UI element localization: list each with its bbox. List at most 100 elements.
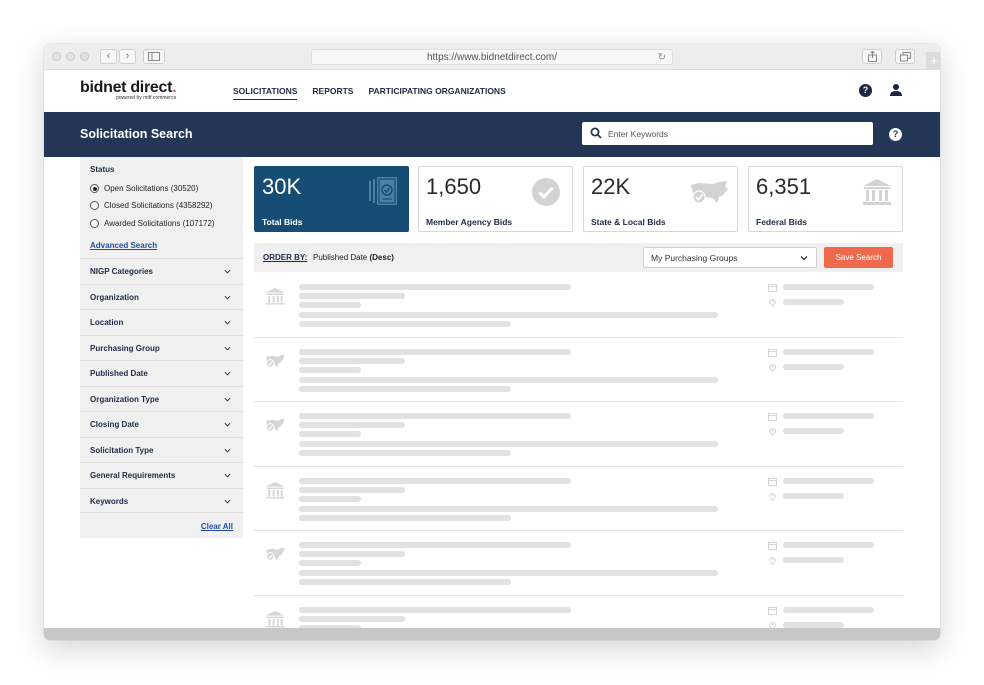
status-option-open[interactable]: Open Solicitations (30520)	[90, 184, 198, 193]
result-row[interactable]	[254, 402, 903, 467]
nav-participating-organizations[interactable]: PARTICIPATING ORGANIZATIONS	[368, 86, 505, 100]
location-pin-icon	[768, 299, 777, 307]
filter-label: Keywords	[90, 496, 129, 506]
forward-button[interactable]: ›	[119, 49, 136, 64]
calendar-icon	[768, 348, 777, 357]
stat-card-member-agency-bids[interactable]: 1,650 Member Agency Bids	[418, 166, 573, 232]
placeholder-line	[299, 413, 571, 419]
window-bottom-bar	[44, 628, 940, 640]
search-icon[interactable]	[590, 127, 602, 139]
filter-published-date[interactable]: Published Date	[80, 360, 243, 386]
filter-organization-type[interactable]: Organization Type	[80, 385, 243, 412]
filter-label: Closing Date	[90, 420, 139, 429]
chevron-down-icon	[224, 295, 231, 300]
order-by-link[interactable]: ORDER BY:	[263, 253, 307, 262]
status-option-closed[interactable]: Closed Solicitations (4358292)	[90, 201, 213, 210]
government-building-icon	[265, 287, 285, 305]
placeholder-line	[299, 477, 571, 484]
advanced-search-link[interactable]: Advanced Search	[90, 241, 157, 250]
placeholder-line	[299, 284, 571, 290]
location-pin-icon	[768, 363, 777, 372]
placeholder-line	[299, 376, 718, 383]
result-row[interactable]	[254, 595, 903, 640]
placeholder-line	[299, 542, 571, 548]
brand-logo[interactable]: bidnet direct. powered by mdf commerce	[80, 79, 177, 101]
share-button[interactable]	[862, 49, 882, 64]
placeholder-line	[299, 385, 511, 392]
search-header: Solicitation Search ?	[44, 112, 940, 157]
radio-unselected[interactable]	[90, 219, 99, 228]
placeholder-line	[299, 302, 361, 308]
filter-label: Purchasing Group	[90, 343, 160, 353]
location-pin-icon	[768, 492, 777, 501]
keyword-search[interactable]	[582, 122, 873, 145]
placeholder-line	[783, 348, 874, 355]
nav-reports[interactable]: REPORTS	[312, 86, 353, 100]
radio-selected[interactable]	[90, 184, 99, 193]
placeholder-line	[783, 284, 874, 290]
filter-label: Published Date	[90, 369, 148, 378]
search-help-icon[interactable]: ?	[889, 128, 902, 141]
placeholder-line	[299, 505, 718, 512]
tabs-button[interactable]	[895, 49, 915, 64]
stat-card-total-bids[interactable]: 30K Total Bids	[254, 166, 409, 232]
filter-label: Solicitation Type	[90, 445, 154, 455]
filter-solicitation-type[interactable]: Solicitation Type	[80, 436, 243, 463]
filter-closing-date[interactable]: Closing Date	[80, 411, 243, 437]
purchasing-groups-select[interactable]: My Purchasing Groups	[643, 247, 817, 268]
address-bar[interactable]: https://www.bidnetdirect.com/ ↻	[311, 49, 673, 65]
share-icon	[867, 50, 877, 62]
clear-all-link[interactable]: Clear All	[201, 522, 233, 531]
browser-window: ‹ › https://www.bidnetdirect.com/ ↻ + bi…	[44, 44, 940, 640]
filter-keywords[interactable]: Keywords	[80, 487, 243, 513]
placeholder-line	[783, 542, 874, 548]
filter-nigp-categories[interactable]: NIGP Categories	[80, 258, 243, 284]
result-row[interactable]	[254, 273, 903, 338]
government-building-icon	[265, 610, 285, 628]
status-option-awarded[interactable]: Awarded Solicitations (107172)	[90, 219, 215, 228]
chevron-down-icon	[224, 371, 231, 376]
location-pin-icon	[768, 428, 777, 436]
window-close-button[interactable]	[52, 52, 61, 61]
user-account-icon[interactable]	[889, 83, 903, 97]
url-text: https://www.bidnetdirect.com/	[426, 52, 558, 63]
placeholder-line	[299, 366, 361, 373]
chevron-down-icon	[800, 256, 808, 261]
stat-card-state-local-bids[interactable]: 22K State & Local Bids	[583, 166, 738, 232]
filter-general-requirements[interactable]: General Requirements	[80, 462, 243, 488]
placeholder-line	[299, 357, 405, 364]
new-tab-button[interactable]: +	[926, 52, 940, 70]
back-button[interactable]: ‹	[100, 49, 117, 64]
placeholder-line	[299, 579, 511, 585]
reload-icon[interactable]: ↻	[658, 50, 666, 65]
search-input[interactable]	[608, 126, 866, 141]
sidebar-toggle-button[interactable]	[143, 49, 165, 64]
window-minimize-button[interactable]	[66, 52, 75, 61]
result-row[interactable]	[254, 466, 903, 531]
result-row[interactable]	[254, 337, 903, 402]
result-row[interactable]	[254, 531, 903, 596]
window-maximize-button[interactable]	[80, 52, 89, 61]
help-icon[interactable]: ?	[859, 84, 872, 97]
placeholder-line	[299, 431, 361, 437]
radio-unselected[interactable]	[90, 201, 99, 210]
save-search-button[interactable]: Save Search	[824, 247, 893, 268]
filter-purchasing-group[interactable]: Purchasing Group	[80, 334, 243, 361]
browser-toolbar: ‹ › https://www.bidnetdirect.com/ ↻ +	[44, 44, 940, 70]
filter-organization[interactable]: Organization	[80, 283, 243, 310]
placeholder-line	[783, 477, 874, 484]
chevron-down-icon	[224, 422, 231, 427]
status-option-label: Open Solicitations (30520)	[104, 184, 199, 193]
placeholder-line	[299, 312, 718, 318]
stat-card-federal-bids[interactable]: 6,351 Federal Bids	[748, 166, 903, 232]
filter-label: NIGP Categories	[90, 267, 153, 276]
filter-location[interactable]: Location	[80, 309, 243, 335]
placeholder-line	[783, 428, 844, 434]
nav-solicitations[interactable]: SOLICITATIONS	[233, 86, 298, 100]
stat-value: 6,351	[756, 174, 812, 199]
stat-label: State & Local Bids	[591, 217, 666, 227]
chevron-down-icon	[224, 499, 231, 504]
stat-label: Member Agency Bids	[426, 217, 513, 227]
order-direction: (Desc)	[369, 253, 394, 262]
check-circle-icon	[532, 178, 560, 206]
